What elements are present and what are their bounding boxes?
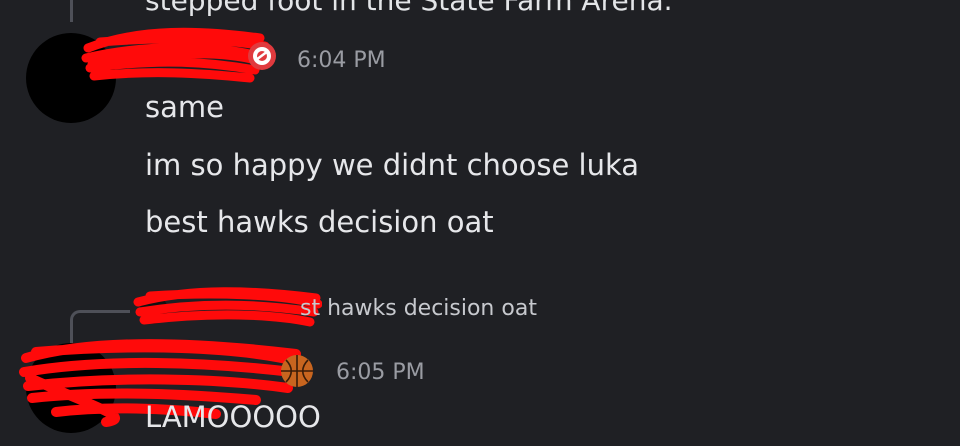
avatar[interactable]: [26, 343, 116, 433]
message-text: im so happy we didnt choose luka: [145, 148, 640, 182]
reply-preview-text[interactable]: st hawks decision oat: [300, 296, 537, 321]
message-timestamp: 6:04 PM: [297, 48, 386, 73]
hawks-logo-icon: [248, 42, 276, 70]
message-timestamp: 6:05 PM: [336, 360, 425, 385]
reply-avatar[interactable]: [140, 296, 168, 324]
basketball-icon: [281, 355, 313, 387]
message-text: best hawks decision oat: [145, 205, 494, 239]
previous-message-tail: stepped foot in the State Farm Arena.: [145, 0, 673, 17]
avatar[interactable]: [26, 33, 116, 123]
thread-line: [70, 0, 73, 22]
message-text: LAMOOOOO: [145, 400, 321, 434]
message-text: same: [145, 90, 224, 124]
reply-connector: [70, 310, 130, 348]
